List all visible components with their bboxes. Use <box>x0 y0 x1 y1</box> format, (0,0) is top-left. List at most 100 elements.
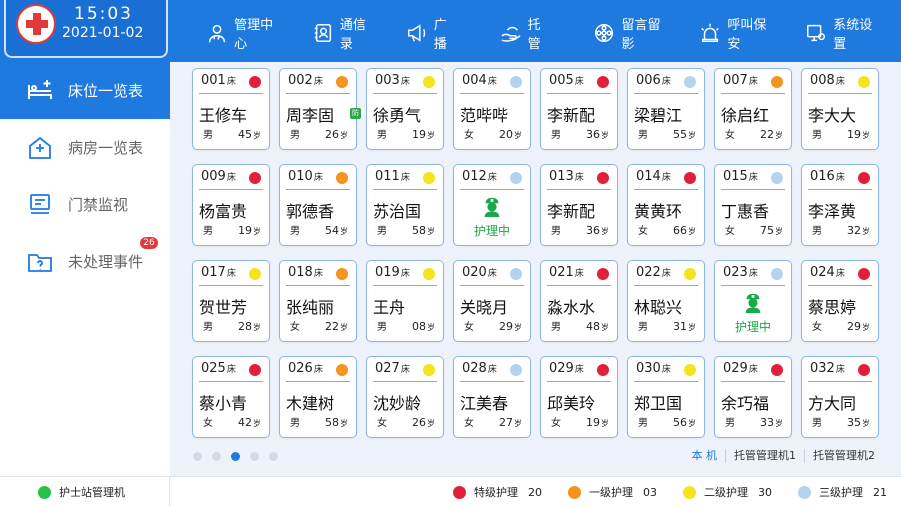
bed-card[interactable]: 012床 护理中 <box>453 164 531 246</box>
bed-card[interactable]: 026床 木建树男 58岁 <box>279 356 357 438</box>
bed-number: 025床 <box>201 361 236 376</box>
page-dot[interactable] <box>269 452 278 461</box>
age-unit: 岁 <box>775 419 783 428</box>
pending-count-badge: 26 <box>140 237 158 249</box>
patient-sex: 女 <box>725 226 735 237</box>
page-dot[interactable] <box>250 452 259 461</box>
patient-name: 沈妙龄 <box>373 394 422 413</box>
bed-card[interactable]: 018床 张纯丽女 22岁 <box>279 260 357 342</box>
bed-card[interactable]: 024床 蔡思婷女 29岁 <box>801 260 879 342</box>
bed-card[interactable]: 006床 梁碧江男 55岁 <box>627 68 705 150</box>
patient-sex: 男 <box>377 226 387 237</box>
sidebar-item-label: 床位一览表 <box>68 82 144 100</box>
bed-card[interactable]: 014床 黄黄环女 66岁 <box>627 164 705 246</box>
patient-name: 江美春 <box>460 394 509 413</box>
bed-unit: 床 <box>400 269 410 279</box>
age-unit: 岁 <box>514 323 522 332</box>
patient-age-value: 20 <box>499 128 513 141</box>
bed-card[interactable]: 004床 范哔哔女 20岁 <box>453 68 531 150</box>
bed-number: 021床 <box>549 265 584 280</box>
bed-number: 023床 <box>723 265 758 280</box>
device-tab-host-1[interactable]: 托管管理机1 <box>725 449 804 463</box>
bed-unit: 床 <box>835 77 845 87</box>
nav-hosting[interactable]: 托 管 <box>490 10 576 56</box>
nurse-icon <box>745 293 761 313</box>
folder-icon <box>28 253 52 272</box>
bed-card[interactable]: 017床 贺世芳男 28岁 <box>192 260 270 342</box>
card-divider <box>460 189 524 190</box>
nav-label: 管理中心 <box>234 18 274 52</box>
nav-call-security[interactable]: 呼叫保安 <box>689 10 787 56</box>
sidebar-item-access-monitor[interactable]: 门禁监视 <box>0 176 170 233</box>
bed-card[interactable]: 013床 李新配男 36岁 <box>540 164 618 246</box>
bed-card[interactable]: 001床 王修车男 45岁 <box>192 68 270 150</box>
card-divider <box>547 93 611 94</box>
patient-sex: 男 <box>377 130 387 141</box>
bed-card[interactable]: 010床 郭德香男 54岁 <box>279 164 357 246</box>
nav-messages[interactable]: 留言留影 <box>583 10 681 56</box>
bed-card[interactable]: 023床 护理中 <box>714 260 792 342</box>
sidebar-item-pending-events[interactable]: 未处理事件 26 <box>0 233 170 290</box>
sidebar-item-bed-list[interactable]: 床位一览表 <box>0 62 170 119</box>
bed-number-value: 006 <box>636 73 661 88</box>
page-dot[interactable] <box>231 452 240 461</box>
device-tab-host-2[interactable]: 托管管理机2 <box>804 449 883 463</box>
patient-sex: 男 <box>290 130 300 141</box>
bed-card[interactable]: 020床 关晓月女 29岁 <box>453 260 531 342</box>
nav-contacts[interactable]: 通信录 <box>302 10 388 56</box>
bed-card[interactable]: 029床 邱美玲女 19岁 <box>540 356 618 438</box>
card-divider <box>634 381 698 382</box>
bed-card[interactable]: 025床 蔡小青女 42岁 <box>192 356 270 438</box>
bed-card[interactable]: 008床 李大大男 19岁 <box>801 68 879 150</box>
nursing-level-dot <box>597 268 609 280</box>
bed-card[interactable]: 022床 林聪兴男 31岁 <box>627 260 705 342</box>
nav-management-center[interactable]: 管理中心 <box>196 10 294 56</box>
bed-card[interactable]: 005床 李新配男 36岁 <box>540 68 618 150</box>
nav-broadcast[interactable]: 广 播 <box>396 10 482 56</box>
bed-card[interactable]: 029床 余巧福男 33岁 <box>714 356 792 438</box>
bed-unit: 床 <box>661 365 671 375</box>
bed-number: 024床 <box>810 265 845 280</box>
bed-card[interactable]: 003床 徐勇气男 19岁 <box>366 68 444 150</box>
nursing-level-dot <box>423 364 435 376</box>
patient-name: 余巧福 <box>721 394 770 413</box>
patient-age: 19岁 <box>238 224 261 237</box>
patient-sex: 男 <box>377 322 387 333</box>
bed-card[interactable]: 019床 王舟男 08岁 <box>366 260 444 342</box>
nursing-level-dot <box>771 76 783 88</box>
patient-name: 王修车 <box>199 106 248 125</box>
page-dot[interactable] <box>193 452 202 461</box>
bed-card[interactable]: 021床 淼水水男 48岁 <box>540 260 618 342</box>
nav-settings[interactable]: 系统设置 <box>795 10 893 56</box>
patient-name: 李大大 <box>808 106 857 125</box>
sidebar-item-ward-list[interactable]: 病房一览表 <box>0 119 170 176</box>
legend-color-dot <box>683 485 696 499</box>
bed-card[interactable]: 002床 周李固 防男 26岁 <box>279 68 361 150</box>
bed-unit: 床 <box>661 269 671 279</box>
bed-card[interactable]: 015床 丁惠香女 75岁 <box>714 164 792 246</box>
patient-age-value: 54 <box>325 224 339 237</box>
bed-card[interactable]: 027床 沈妙龄女 26岁 <box>366 356 444 438</box>
bed-number: 002床 <box>288 73 323 88</box>
bed-card[interactable]: 009床 杨富贵男 19岁 <box>192 164 270 246</box>
patient-name: 方大同 <box>808 394 857 413</box>
bed-card[interactable]: 016床 李泽黄男 32岁 <box>801 164 879 246</box>
bed-card[interactable]: 028床 江美春女 27岁 <box>453 356 531 438</box>
bed-unit: 床 <box>487 77 497 87</box>
patient-age: 45岁 <box>238 128 261 141</box>
legend-count: 30 <box>758 485 772 499</box>
bed-number: 027床 <box>375 361 410 376</box>
device-tab-local[interactable]: 本 机 <box>684 449 726 463</box>
bed-card[interactable]: 032床 方大同男 35岁 <box>801 356 879 438</box>
bed-unit: 床 <box>748 173 758 183</box>
bed-card[interactable]: 011床 苏治国男 58岁 <box>366 164 444 246</box>
card-divider <box>547 381 611 382</box>
bed-unit: 床 <box>313 77 323 87</box>
bed-number-value: 032 <box>810 361 835 376</box>
page-dot[interactable] <box>212 452 221 461</box>
bed-card[interactable]: 007床 徐启红女 22岁 <box>714 68 792 150</box>
bed-card[interactable]: 030床 郑卫国男 56岁 <box>627 356 705 438</box>
nursing-level-dot <box>771 268 783 280</box>
card-divider <box>286 189 350 190</box>
card-divider <box>547 285 611 286</box>
